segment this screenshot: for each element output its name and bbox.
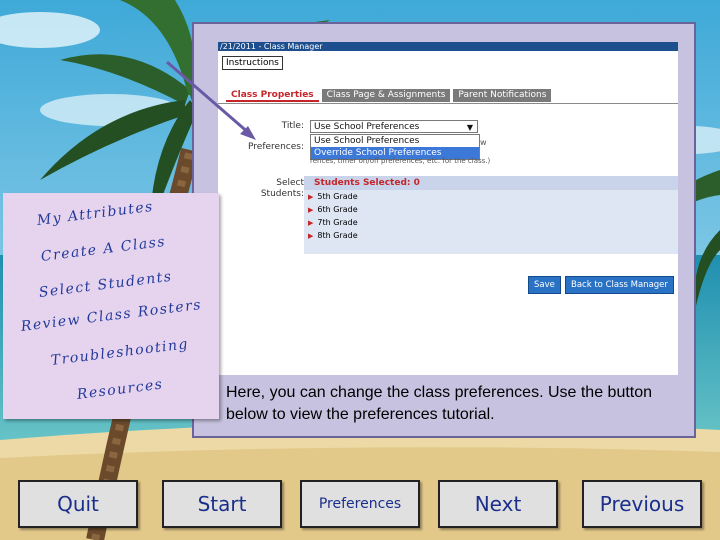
quit-label: Quit	[57, 492, 99, 516]
sidebar-menu: My Attributes Create A Class Select Stud…	[3, 193, 219, 419]
menu-item-my-attributes[interactable]: My Attributes	[36, 199, 155, 229]
preferences-label: Preferences	[318, 496, 402, 512]
start-label: Start	[197, 492, 247, 516]
menu-item-resources[interactable]: Resources	[76, 376, 164, 402]
menu-item-review-class-rosters[interactable]: Review Class Rosters	[20, 297, 203, 335]
next-label: Next	[474, 492, 522, 516]
caption-text: Here, you can change the class preferenc…	[226, 384, 653, 423]
previous-label: Previous	[599, 492, 685, 516]
menu-item-select-students[interactable]: Select Students	[38, 269, 173, 301]
start-button[interactable]: Start	[162, 480, 282, 528]
quit-button[interactable]: Quit	[18, 480, 138, 528]
next-button[interactable]: Next	[438, 480, 558, 528]
menu-item-troubleshooting[interactable]: Troubleshooting	[50, 336, 190, 369]
preferences-button[interactable]: Preferences	[300, 480, 420, 528]
menu-item-create-a-class[interactable]: Create A Class	[40, 234, 167, 265]
previous-button[interactable]: Previous	[582, 480, 702, 528]
